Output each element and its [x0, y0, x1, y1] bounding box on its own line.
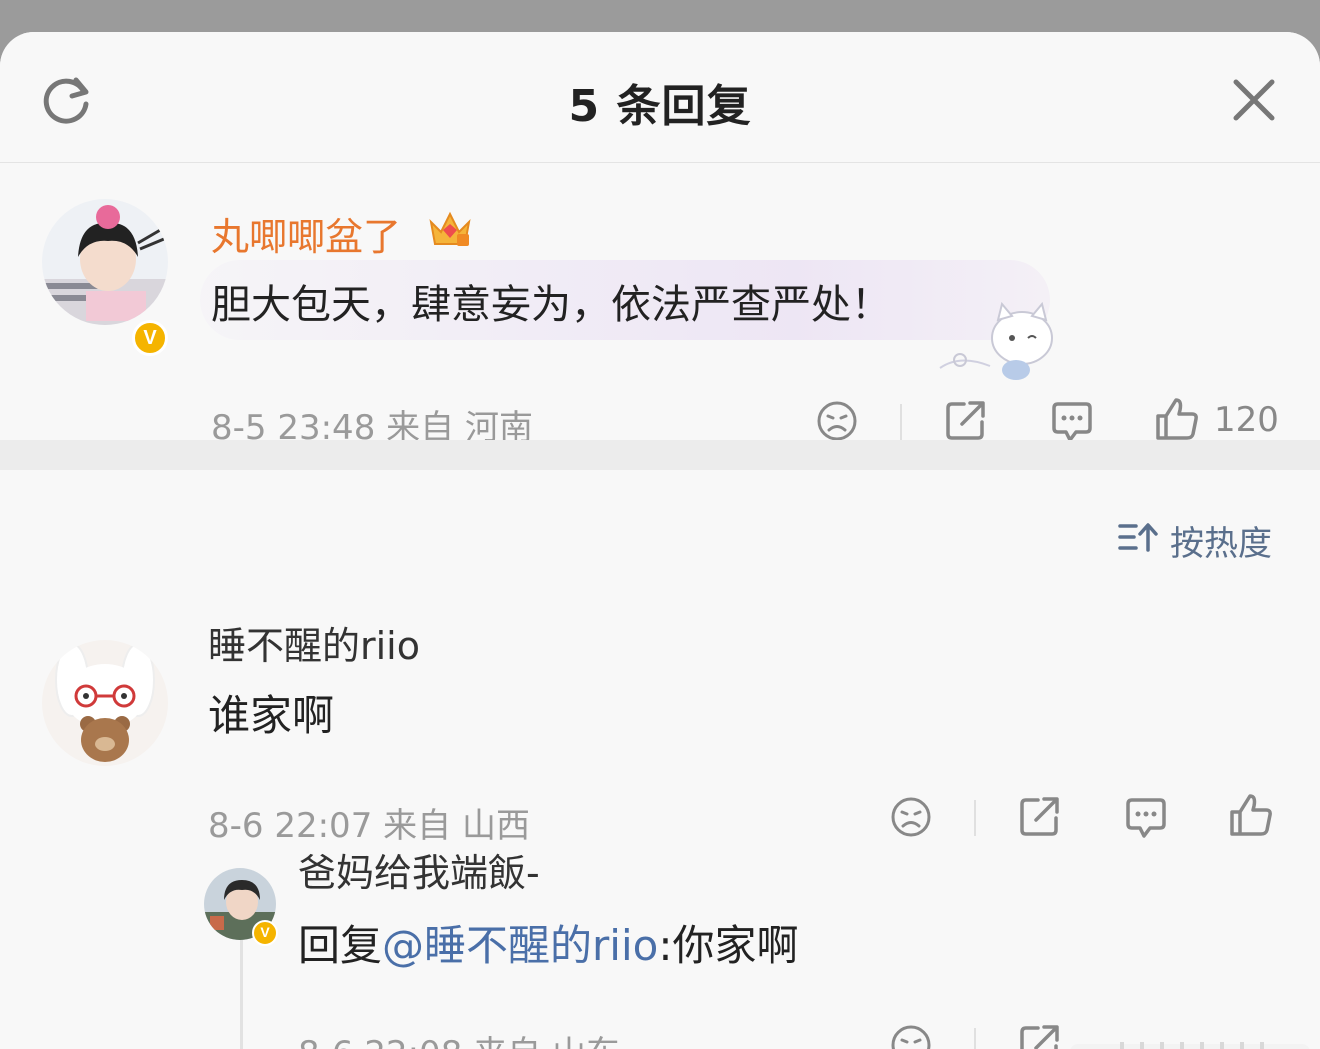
close-icon[interactable] — [1230, 76, 1278, 124]
action-divider — [974, 1028, 976, 1049]
share-icon[interactable] — [944, 398, 988, 442]
reply-prefix: 回复 — [298, 921, 383, 970]
comment-meta: 8-6 22:08 来自 山东 — [298, 1026, 620, 1049]
location: 来自 山东 — [473, 1034, 620, 1049]
username[interactable]: 睡不醒的riio — [208, 615, 420, 670]
reply-body: :你家啊 — [658, 921, 799, 970]
root-comment: V 丸唧唧盆了 胆大包天，肆意妄为，依法严查严处！ 8-5 23:48 来自 河… — [0, 164, 1320, 448]
avatar[interactable] — [42, 199, 168, 325]
avatar[interactable] — [42, 640, 168, 766]
comment-text: 胆大包天，肆意妄为，依法严查严处！ — [211, 282, 891, 328]
cat-sticker-icon — [939, 301, 1053, 380]
verified-badge: V — [132, 320, 168, 356]
comment-icon[interactable] — [1050, 400, 1094, 444]
comment-icon[interactable] — [1124, 796, 1168, 840]
like-icon[interactable] — [1228, 792, 1274, 838]
replies-list: 按热度 睡不醒的riio 谁家啊 8-6 22:07 来自 山西 V 爸妈给我端… — [0, 470, 1320, 1049]
mention-link[interactable]: @睡不醒的riio — [382, 921, 658, 970]
location: 来自 山西 — [383, 806, 530, 846]
sheet-header: 5 条回复 — [0, 32, 1320, 163]
page-title: 5 条回复 — [568, 81, 752, 132]
action-divider — [900, 404, 902, 440]
dislike-face-icon[interactable] — [890, 1024, 932, 1049]
comment-text: 回复@睡不醒的riio:你家啊 — [298, 912, 798, 973]
username[interactable]: 丸唧唧盆了 — [211, 206, 401, 261]
comment-text: 谁家啊 — [208, 691, 335, 740]
action-divider — [974, 800, 976, 836]
comment-meta: 8-6 22:07 来自 山西 — [208, 798, 530, 847]
timestamp: 8-6 22:08 — [298, 1034, 462, 1049]
like-icon[interactable] — [1154, 396, 1200, 442]
section-separator — [0, 440, 1320, 470]
share-icon[interactable] — [1018, 794, 1062, 838]
dislike-face-icon[interactable] — [890, 796, 932, 838]
sort-label: 按热度 — [1170, 524, 1272, 564]
dislike-face-icon[interactable] — [816, 400, 858, 442]
crown-icon — [429, 211, 471, 246]
timestamp: 8-6 22:07 — [208, 806, 373, 846]
sort-icon — [1118, 523, 1158, 552]
verified-badge: V — [252, 920, 278, 946]
share-icon[interactable] — [1018, 1022, 1062, 1049]
username[interactable]: 爸妈给我端飯- — [298, 842, 540, 897]
like-count: 120 — [1214, 400, 1279, 440]
watermark-bars-icon — [1070, 1042, 1310, 1049]
reply-sheet: 5 条回复 V 丸唧唧盆了 胆大包天，肆意妄为，依法严查严处！ 8-5 23:4… — [0, 32, 1320, 1049]
